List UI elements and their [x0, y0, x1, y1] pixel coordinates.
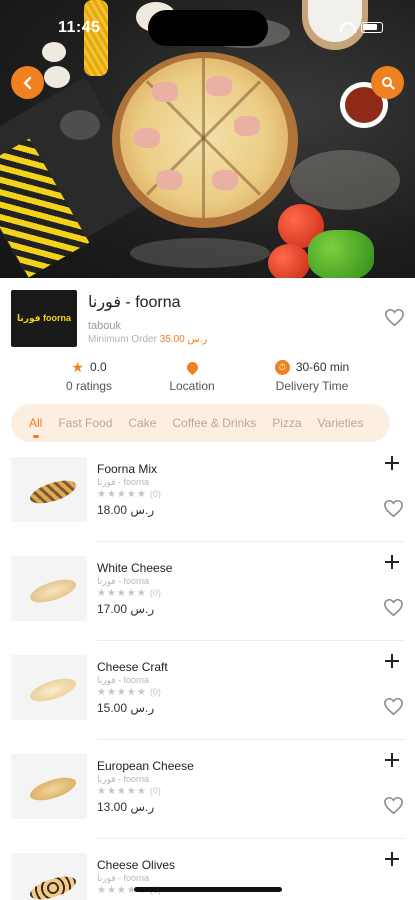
- tab-cake[interactable]: Cake: [120, 416, 164, 430]
- product-price: 17.00 ر.س: [97, 602, 155, 616]
- tab-fast-food[interactable]: Fast Food: [50, 416, 120, 430]
- add-to-cart-button[interactable]: [384, 750, 400, 772]
- add-to-cart-button[interactable]: [384, 651, 400, 673]
- product-item[interactable]: White Cheese فورنا - foorna ★★★★★ (0) 17.…: [0, 542, 415, 641]
- heart-outline-icon: [384, 796, 403, 815]
- pizza: [120, 58, 288, 218]
- category-tabs: All Fast Food Cake Coffee & Drinks Pizza…: [11, 404, 390, 442]
- review-count: (0): [149, 588, 161, 598]
- restaurant-info: فورنا foorna فورنا - foorna tabouk Minim…: [0, 278, 415, 400]
- product-rating: ★★★★★(0): [97, 786, 161, 797]
- rating-stars: ★★★★★: [97, 687, 147, 698]
- review-count: (0): [149, 687, 161, 697]
- rating-label: 0 ratings: [65, 379, 113, 393]
- product-image: [11, 655, 87, 720]
- location-label: Location: [169, 379, 215, 393]
- mushroom: [42, 42, 66, 62]
- add-to-cart-button[interactable]: [384, 453, 400, 475]
- product-price: 18.00 ر.س: [97, 503, 155, 517]
- status-icons: [340, 22, 383, 33]
- rating-stars: ★★★★★: [97, 786, 147, 797]
- favorite-button[interactable]: [383, 796, 404, 820]
- product-name: Cheese Olives: [97, 858, 176, 872]
- tomato: [268, 244, 310, 278]
- restaurant-logo: فورنا foorna: [11, 290, 77, 347]
- location-stat[interactable]: Location: [162, 358, 222, 393]
- product-rating: ★★★★★(0): [97, 588, 161, 599]
- timer-icon: ⏱: [274, 359, 290, 375]
- product-item[interactable]: Foorna Mix فورنا - foorna ★★★★★ (0) 18.00…: [0, 443, 415, 542]
- camera-notch: [148, 10, 268, 46]
- favorite-button[interactable]: [383, 697, 404, 721]
- tab-coffee-drinks[interactable]: Coffee & Drinks: [164, 416, 264, 430]
- product-restaurant: فورنا - foorna: [97, 774, 150, 784]
- minimum-order-value: 35.00 ر.س: [159, 334, 208, 345]
- logo-text: فورنا foorna: [17, 313, 71, 323]
- plus-icon: [385, 753, 399, 767]
- heart-outline-icon: [384, 697, 403, 716]
- rating-stars: ★★★★★: [97, 489, 147, 500]
- heart-outline-icon: [384, 499, 403, 518]
- review-count: (0): [149, 489, 161, 499]
- status-time: 11:45: [58, 19, 101, 36]
- product-name: Foorna Mix: [97, 462, 158, 476]
- plus-icon: [385, 555, 399, 569]
- heart-outline-icon: [385, 308, 404, 327]
- add-to-cart-button[interactable]: [384, 552, 400, 574]
- product-image: [11, 754, 87, 819]
- favorite-button[interactable]: [383, 499, 404, 523]
- plus-icon: [385, 456, 399, 470]
- chevron-left-icon: [22, 76, 31, 89]
- home-indicator[interactable]: [134, 887, 282, 892]
- star-icon: ★: [71, 358, 84, 375]
- product-name: European Cheese: [97, 759, 194, 773]
- shredded-cheese: [84, 0, 108, 76]
- wifi-icon: [340, 22, 356, 33]
- hero-image: 11:45: [0, 0, 415, 278]
- delivery-stat: ⏱ 30-60 min Delivery Time: [270, 358, 354, 393]
- back-button[interactable]: [11, 66, 44, 99]
- product-item[interactable]: Cheese Craft فورنا - foorna ★★★★★ (0) 15.…: [0, 641, 415, 740]
- product-image: [11, 457, 87, 522]
- product-price: 15.00 ر.س: [97, 701, 155, 715]
- minimum-order-label: Minimum Order: [88, 334, 157, 345]
- product-restaurant: فورنا - foorna: [97, 477, 150, 487]
- product-rating: ★★★★★(0): [97, 687, 161, 698]
- product-price: 13.00 ر.س: [97, 800, 155, 814]
- review-count: (0): [149, 786, 161, 796]
- favorite-restaurant-button[interactable]: [384, 308, 405, 333]
- plus-icon: [385, 852, 399, 866]
- minimum-order: Minimum Order 35.00 ر.س: [88, 334, 207, 345]
- product-rating: ★★★★★(0): [97, 489, 161, 500]
- delivery-label: Delivery Time: [275, 379, 349, 393]
- product-name: White Cheese: [97, 561, 173, 575]
- product-name: Cheese Craft: [97, 660, 168, 674]
- mushroom: [44, 66, 70, 88]
- rating-stat: ★ 0.0 0 ratings: [60, 358, 118, 394]
- product-restaurant: فورنا - foorna: [97, 873, 150, 883]
- restaurant-city: tabouk: [88, 320, 122, 332]
- favorite-button[interactable]: [383, 598, 404, 622]
- map-pin-icon: [184, 359, 200, 375]
- add-to-cart-button[interactable]: [384, 849, 400, 871]
- restaurant-name: فورنا - foorna: [88, 294, 181, 311]
- search-button[interactable]: [371, 66, 404, 99]
- green-pepper: [308, 230, 374, 278]
- tab-pizza[interactable]: Pizza: [264, 416, 309, 430]
- battery-icon: [361, 22, 383, 33]
- product-restaurant: فورنا - foorna: [97, 576, 150, 586]
- tab-all[interactable]: All: [21, 416, 50, 438]
- tab-varieties[interactable]: Varieties: [310, 416, 372, 430]
- product-restaurant: فورنا - foorna: [97, 675, 150, 685]
- product-image: [11, 556, 87, 621]
- heart-outline-icon: [384, 598, 403, 617]
- rating-value: 0.0: [89, 360, 107, 374]
- search-icon: [381, 76, 395, 90]
- rating-stars: ★★★★★: [97, 588, 147, 599]
- plus-icon: [385, 654, 399, 668]
- product-item[interactable]: European Cheese فورنا - foorna ★★★★★ (0) …: [0, 740, 415, 839]
- product-image: [11, 853, 87, 900]
- delivery-value: 30-60 min: [295, 360, 350, 374]
